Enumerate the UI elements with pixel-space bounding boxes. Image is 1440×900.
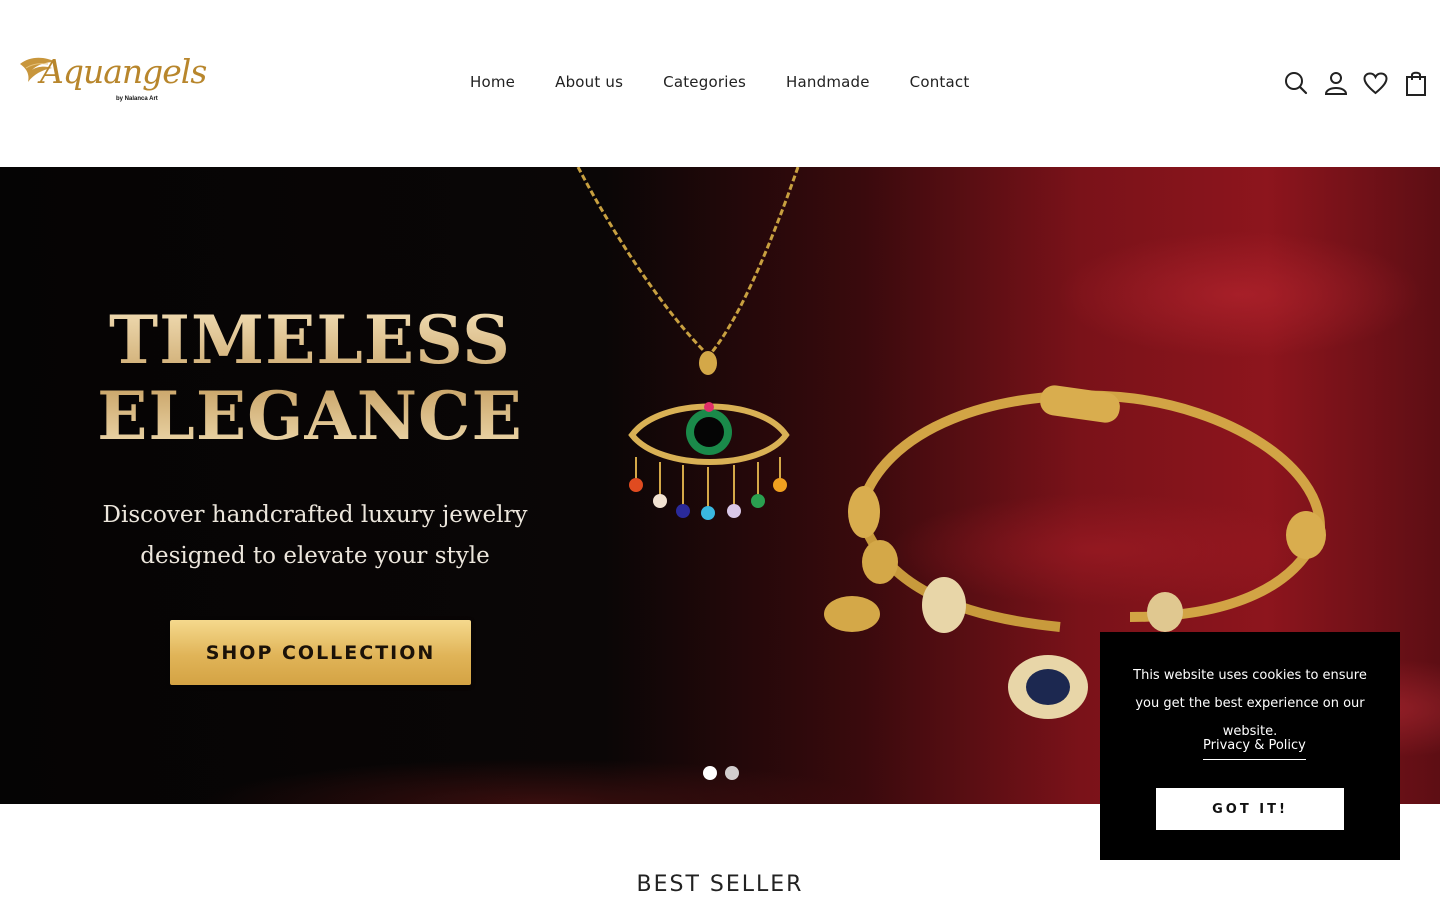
cookie-message: This website uses cookies to ensure you … xyxy=(1133,668,1367,739)
nav-categories[interactable]: Categories xyxy=(663,73,746,91)
hero-subtitle-line-2: designed to elevate your style xyxy=(140,543,490,569)
logo-wordmark: Aquangels xyxy=(40,52,207,91)
shop-collection-button[interactable]: SHOP COLLECTION xyxy=(170,620,471,685)
hero-title-line-1: TIMELESS xyxy=(109,301,511,379)
best-seller-heading: BEST SELLER xyxy=(636,872,804,897)
hero-subtitle-line-1: Discover handcrafted luxury jewelry xyxy=(102,502,528,528)
hero-title-line-2: ELEGANCE xyxy=(97,377,523,455)
cart-bag-icon[interactable] xyxy=(1403,70,1428,96)
header-actions xyxy=(1283,70,1428,96)
privacy-policy-link[interactable]: Privacy & Policy xyxy=(1203,738,1306,760)
nav-contact[interactable]: Contact xyxy=(910,73,970,91)
nav-about-us[interactable]: About us xyxy=(555,73,623,91)
search-icon[interactable] xyxy=(1283,70,1308,96)
nav-home[interactable]: Home xyxy=(470,73,515,91)
account-icon[interactable] xyxy=(1323,70,1348,96)
slider-pagination xyxy=(703,766,739,780)
main-nav: Home About us Categories Handmade Contac… xyxy=(470,73,969,91)
site-header: Aquangels by Nalanca Art Home About us C… xyxy=(0,0,1440,167)
cookie-accept-button[interactable]: GOT IT! xyxy=(1156,788,1344,830)
brand-logo[interactable]: Aquangels by Nalanca Art xyxy=(18,50,207,112)
slider-dot-1[interactable] xyxy=(703,766,717,780)
wishlist-heart-icon[interactable] xyxy=(1363,70,1388,96)
slider-dot-2[interactable] xyxy=(725,766,739,780)
hero-subtitle: Discover handcrafted luxury jewelry desi… xyxy=(95,495,535,577)
hero-title: TIMELESS ELEGANCE xyxy=(95,302,525,454)
logo-byline: by Nalanca Art xyxy=(116,96,158,102)
cookie-consent-popup: This website uses cookies to ensure you … xyxy=(1100,632,1400,860)
nav-handmade[interactable]: Handmade xyxy=(786,73,870,91)
